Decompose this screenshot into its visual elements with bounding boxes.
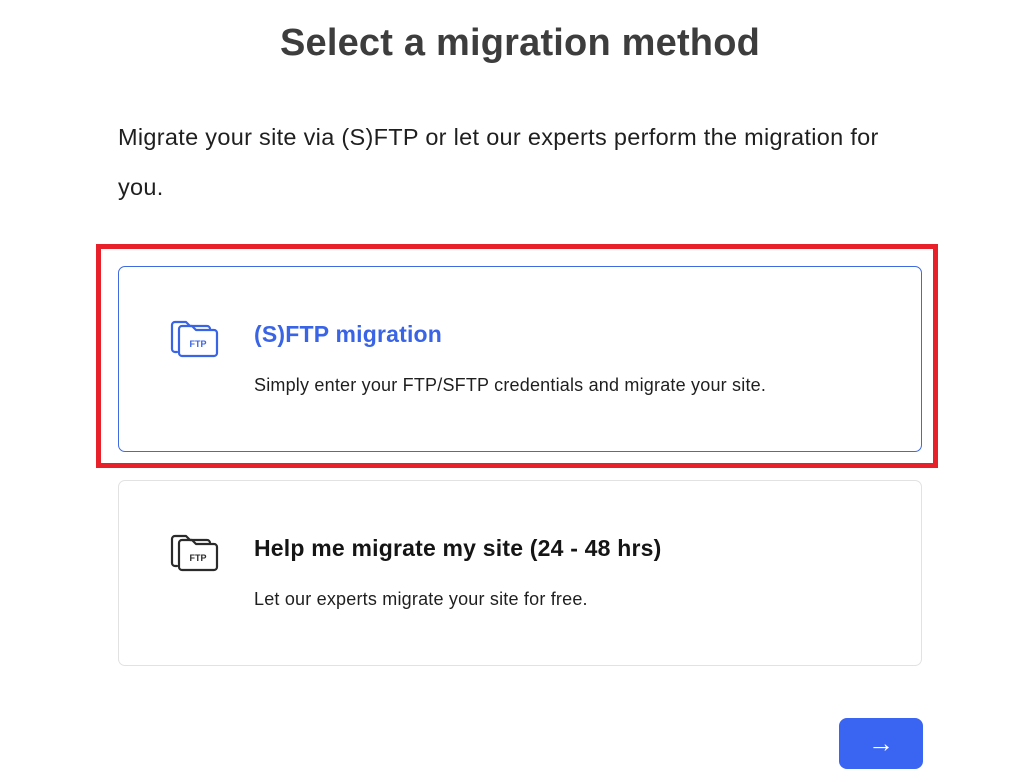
migration-method-page: Select a migration method Migrate your s… xyxy=(0,0,1024,782)
arrow-right-icon: → xyxy=(868,728,894,758)
option-title: Help me migrate my site (24 - 48 hrs) xyxy=(254,535,662,561)
ftp-icon-label: FTP xyxy=(190,553,207,563)
option-title: (S)FTP migration xyxy=(254,321,443,347)
ftp-folder-icon: FTP xyxy=(170,534,219,572)
option-card-sftp-migration[interactable]: FTP (S)FTP migration Simply enter your F… xyxy=(118,266,922,452)
ftp-icon-label: FTP xyxy=(190,339,207,349)
option-description: Let our experts migrate your site for fr… xyxy=(254,589,588,609)
ftp-folder-icon: FTP xyxy=(170,320,219,358)
option-description: Simply enter your FTP/SFTP credentials a… xyxy=(254,375,767,395)
page-subtitle: Migrate your site via (S)FTP or let our … xyxy=(118,124,879,200)
next-button[interactable]: → xyxy=(839,718,923,769)
option-card-expert-migration[interactable]: FTP Help me migrate my site (24 - 48 hrs… xyxy=(118,480,922,666)
page-title: Select a migration method xyxy=(279,22,761,64)
